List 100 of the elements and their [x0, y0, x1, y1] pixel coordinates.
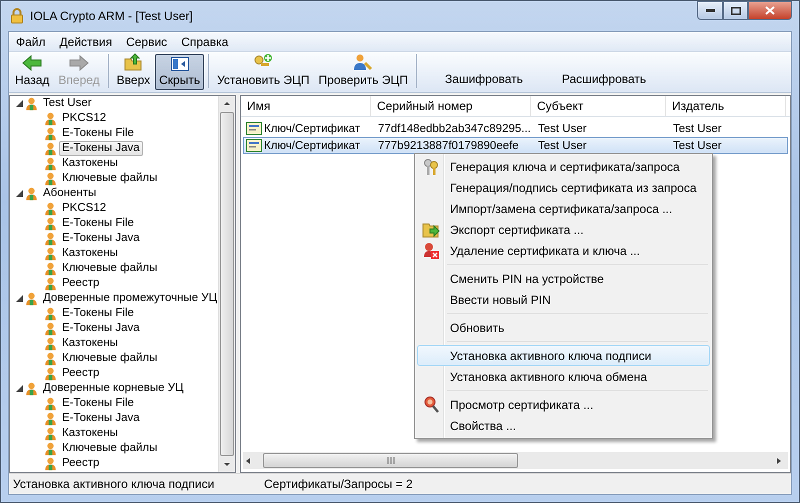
keys-icon: [423, 158, 439, 176]
person-icon: [44, 156, 57, 170]
tree-item[interactable]: PKCS12: [59, 111, 110, 126]
minimize-button[interactable]: [697, 1, 723, 20]
scrollbar[interactable]: [218, 96, 235, 472]
menu-item[interactable]: Свойства ...: [417, 415, 710, 436]
tree-item[interactable]: Реестр: [59, 456, 102, 471]
status-text: Сертификаты/Запросы = 2: [263, 477, 414, 491]
right-arrow-icon: [69, 55, 90, 71]
person-icon: [44, 262, 57, 276]
minimize-icon: [706, 9, 714, 12]
certificate-icon: [246, 139, 262, 152]
folder-up-icon: [124, 53, 142, 71]
tree-item[interactable]: Абоненты: [40, 186, 100, 201]
tree-item[interactable]: PKCS12: [59, 201, 110, 216]
toolbar-button[interactable]: Скрыть: [155, 54, 204, 90]
scrollbar[interactable]: [243, 452, 788, 469]
collapse-arrow-icon[interactable]: [16, 385, 23, 392]
person-icon: [44, 172, 57, 186]
person-icon: [44, 276, 57, 290]
person-icon: [44, 426, 57, 440]
table-cell: 777b9213887f0179890eefe: [378, 140, 519, 152]
tree-item[interactable]: Ключевые файлы: [59, 261, 160, 276]
panel-icon: [170, 57, 189, 71]
status-text: Установка активного ключа подписи: [12, 477, 216, 491]
person-icon: [44, 412, 57, 426]
tree-item[interactable]: E-Токены File: [59, 306, 137, 321]
tree-item[interactable]: Реестр: [59, 366, 102, 381]
person-icon: [44, 232, 57, 246]
menu-item[interactable]: Сменить PIN на устройстве: [417, 268, 710, 289]
menu-item[interactable]: Генерация ключа и сертификата/запроса: [417, 156, 710, 177]
tree-item[interactable]: Test User: [40, 96, 95, 111]
left-arrow-icon: [22, 55, 42, 71]
tree-item[interactable]: Казтокены: [59, 246, 121, 261]
menu-item[interactable]: Обновить: [417, 317, 710, 338]
column-header[interactable]: Субъект: [531, 96, 666, 116]
menu-item[interactable]: Удаление сертификата и ключа ...: [417, 240, 710, 261]
toolbar-button[interactable]: Установить ЭЦП: [213, 54, 314, 90]
person-icon: [44, 142, 57, 156]
tree-item[interactable]: Ключевые файлы: [59, 441, 160, 456]
tree-item[interactable]: E-Токены Java: [59, 411, 143, 426]
table-cell: Ключ/Сертификат: [264, 122, 360, 134]
tree-item[interactable]: E-Токены File: [59, 396, 137, 411]
tree-item[interactable]: Казтокены: [59, 336, 121, 351]
column-header[interactable]: Имя: [241, 96, 371, 116]
column-header[interactable]: Издатель: [666, 96, 786, 116]
window-title: IOLA Crypto ARM - [Test User]: [30, 9, 193, 23]
toolbar-button[interactable]: Зашифровать: [421, 54, 537, 90]
tree-item[interactable]: Казтокены: [59, 426, 121, 441]
collapse-arrow-icon[interactable]: [16, 190, 23, 197]
table-cell: Test User: [538, 140, 587, 152]
menu-item[interactable]: Генерация/подпись сертификата из запроса: [417, 177, 710, 198]
person-icon: [44, 216, 57, 230]
maximize-icon: [730, 6, 740, 14]
menu-item[interactable]: Экспорт сертификата ...: [417, 219, 710, 240]
delete-icon: [423, 242, 439, 259]
certificate-icon: [246, 122, 262, 135]
toolbar-button[interactable]: Назад: [11, 54, 54, 90]
toolbar-button[interactable]: Расшифровать: [538, 54, 660, 90]
tree-item[interactable]: E-Токены File: [59, 126, 137, 141]
maximize-button[interactable]: [723, 1, 748, 20]
menu-item[interactable]: Просмотр сертификата ...: [417, 394, 710, 415]
person-icon: [44, 366, 57, 380]
menu-item[interactable]: Действия: [52, 34, 120, 48]
close-button[interactable]: [748, 1, 792, 20]
tree-item[interactable]: Доверенные корневые УЦ: [40, 381, 187, 396]
person-icon: [44, 306, 57, 320]
tree-item[interactable]: Ключевые файлы: [59, 171, 160, 186]
collapse-arrow-icon[interactable]: [16, 295, 23, 302]
close-icon: [765, 6, 775, 15]
tree-item[interactable]: Реестр: [59, 276, 102, 291]
table-cell: Test User: [673, 140, 722, 152]
column-header[interactable]: Серийный номер: [371, 96, 531, 116]
tree-item[interactable]: E-Токены File: [59, 216, 137, 231]
menu-item[interactable]: Ввести новый PIN: [417, 289, 710, 310]
person-icon: [44, 126, 57, 140]
person-icon: [44, 456, 57, 470]
person-icon: [25, 96, 38, 110]
tree-item[interactable]: Казтокены: [59, 156, 121, 171]
menu-item[interactable]: Установка активного ключа подписи: [417, 345, 710, 366]
toolbar-button[interactable]: Вверх: [112, 54, 154, 90]
person-icon: [44, 246, 57, 260]
person-icon: [44, 336, 57, 350]
tree-item[interactable]: E-Токены Java: [59, 231, 143, 246]
tree-item[interactable]: Ключевые файлы: [59, 351, 160, 366]
tree-item[interactable]: E-Токены Java: [59, 141, 143, 156]
person-icon: [44, 442, 57, 456]
folder-arrow-icon: [422, 221, 440, 238]
menu-item[interactable]: Импорт/замена сертификата/запроса ...: [417, 198, 710, 219]
tree-item[interactable]: Доверенные промежуточные УЦ: [40, 291, 218, 306]
menu-item[interactable]: Установка активного ключа обмена: [417, 366, 710, 387]
table-row[interactable]: Ключ/Сертификат 77df148edbb2ab347c89295... Test User Test User: [243, 120, 788, 137]
menu-item[interactable]: Сервис: [119, 34, 174, 48]
menu-item[interactable]: Файл: [9, 34, 53, 48]
table-row[interactable]: Ключ/Сертификат 777b9213887f0179890eefe Test User Test User: [243, 137, 788, 154]
toolbar-button[interactable]: Проверить ЭЦП: [314, 54, 412, 90]
tree-item[interactable]: E-Токены Java: [59, 321, 143, 336]
collapse-arrow-icon[interactable]: [16, 100, 23, 107]
person-icon: [25, 382, 38, 396]
menu-item[interactable]: Справка: [174, 34, 236, 48]
